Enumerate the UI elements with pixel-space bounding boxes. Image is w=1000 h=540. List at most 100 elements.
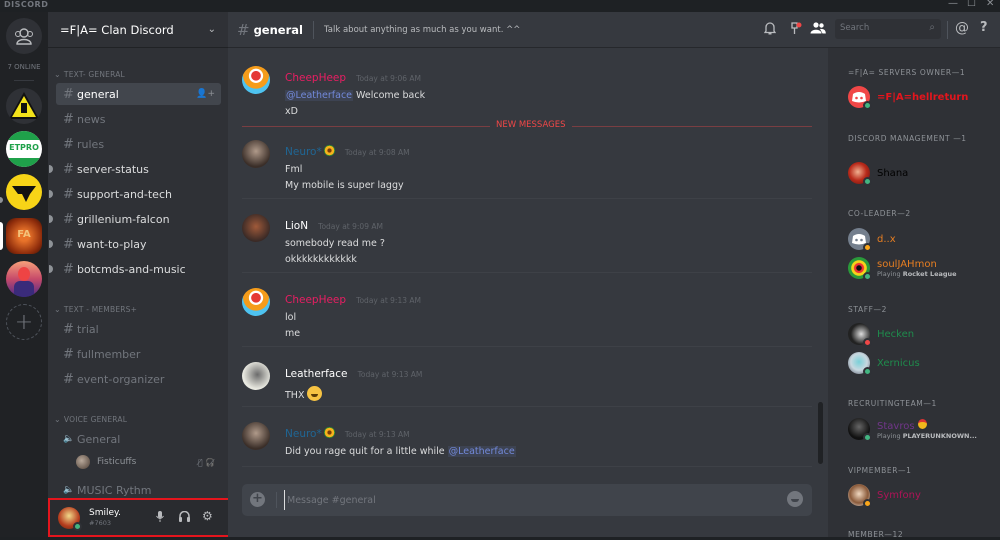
message-group: Leatherface Today at 9:13 AM THX <box>242 362 812 401</box>
member-item[interactable]: Stavros Playing PLAYERUNKNOWN... <box>848 418 977 442</box>
channel-event-organizer[interactable]: # event-organizer <box>56 368 221 390</box>
channel-grillenium-falcon[interactable]: # grillenium-falcon <box>49 208 221 230</box>
user-mention[interactable]: @Leatherface <box>285 90 354 101</box>
message-divider <box>242 272 812 273</box>
server-icon-wu[interactable] <box>6 174 42 210</box>
avatar[interactable] <box>242 362 270 390</box>
activity-game: PLAYERUNKNOWN... <box>902 431 977 440</box>
add-server-button[interactable]: + <box>6 304 42 340</box>
sunflower-emoji-icon <box>323 427 335 438</box>
avatar[interactable] <box>242 66 270 94</box>
category-voice-general[interactable]: VOICE GENERAL <box>54 415 127 424</box>
channel-rules[interactable]: # rules <box>56 133 221 155</box>
avatar[interactable] <box>242 140 270 168</box>
server-header[interactable]: =F|A= Clan Discord ⌄ <box>48 12 228 48</box>
help-icon[interactable]: ? <box>980 20 988 35</box>
member-item[interactable]: d..x <box>848 228 896 252</box>
message-author[interactable]: CheepHeep <box>285 294 346 306</box>
server-icon-fa-clan[interactable]: FA <box>6 218 42 254</box>
unread-indicator <box>49 215 53 223</box>
friends-icon <box>15 28 33 45</box>
activity-game: Rocket League <box>902 269 957 278</box>
member-item[interactable]: Symfony <box>848 484 921 508</box>
message-author[interactable]: CheepHeep <box>285 72 346 84</box>
message-author[interactable]: Neuro* <box>285 146 322 158</box>
message-text: me <box>285 328 301 339</box>
member-activity: Playing Rocket League <box>877 270 957 278</box>
upload-plus-icon[interactable]: + <box>250 492 265 507</box>
member-name: d..x <box>877 233 896 245</box>
avatar <box>848 257 872 281</box>
voice-user-fisticuffs[interactable]: Fisticuffs 🎙̸ 🎧̸ <box>76 455 221 469</box>
notification-bell-icon[interactable] <box>763 22 777 38</box>
activity-prefix: Playing <box>877 431 903 440</box>
channel-server-status[interactable]: # server-status <box>49 158 221 180</box>
role-header: MEMBER—12 <box>848 530 904 539</box>
message-author[interactable]: LioN <box>285 220 308 232</box>
avatar <box>848 484 872 508</box>
avatar[interactable] <box>242 288 270 316</box>
locked-hash-icon: # <box>63 346 74 362</box>
channel-name: rules <box>77 137 105 151</box>
minimize-button[interactable]: — <box>948 0 958 9</box>
discriminator: #7603 <box>89 519 111 527</box>
channel-general[interactable]: # general 👤+ <box>56 83 221 105</box>
maximize-button[interactable]: ☐ <box>967 0 976 9</box>
avatar <box>848 323 872 347</box>
member-item[interactable]: Hecken <box>848 323 914 347</box>
unread-indicator <box>0 197 3 203</box>
chat-scrollbar[interactable] <box>818 402 823 464</box>
message-timestamp: Today at 9:09 AM <box>318 222 383 231</box>
message-text: lol <box>285 312 297 323</box>
invite-user-icon[interactable]: 👤+ <box>196 89 215 99</box>
channel-trial[interactable]: # trial <box>56 318 221 340</box>
voice-channel-general[interactable]: 🔈 General <box>56 428 221 450</box>
server-icon-warning[interactable] <box>6 88 42 124</box>
status-idle-icon <box>863 243 872 252</box>
category-text-general[interactable]: TEXT- GENERAL <box>54 70 125 79</box>
hash-icon: # <box>63 186 74 202</box>
member-list-icon[interactable] <box>810 22 826 37</box>
settings-gear-icon[interactable]: ⚙ <box>202 509 213 523</box>
new-messages-label: NEW MESSAGES <box>490 120 572 130</box>
server-icon-etpro[interactable]: ETPRO <box>6 131 42 167</box>
message-author[interactable]: Neuro* <box>285 428 322 440</box>
channel-want-to-play[interactable]: # want-to-play <box>49 233 221 255</box>
message-group: Neuro* Today at 9:08 AM Fml My mobile is… <box>242 140 812 191</box>
message-text: My mobile is super laggy <box>285 180 404 191</box>
search-input[interactable]: Search ⌕ <box>835 19 941 39</box>
user-mention[interactable]: @Leatherface <box>447 446 516 457</box>
avatar <box>848 352 872 376</box>
channel-news[interactable]: # news <box>56 108 221 130</box>
muted-deafened-icons: 🎙̸ 🎧̸ <box>197 457 215 467</box>
channel-fullmember[interactable]: # fullmember <box>56 343 221 365</box>
message-timestamp: Today at 9:13 AM <box>344 430 410 439</box>
pinned-messages-icon[interactable] <box>789 22 802 38</box>
message-timestamp: Today at 9:13 AM <box>357 370 423 379</box>
headphones-icon[interactable] <box>179 510 190 525</box>
category-text-members[interactable]: TEXT - MEMBERS+ <box>54 305 137 314</box>
server-icon-hero[interactable] <box>6 261 42 297</box>
member-item[interactable]: =F|A=hellreturn <box>848 86 968 110</box>
message-input[interactable] <box>284 490 764 510</box>
server-list: 7 ONLINE ETPRO FA + <box>0 12 48 537</box>
hash-icon: # <box>63 261 74 277</box>
selected-server-indicator <box>0 222 3 250</box>
avatar[interactable] <box>242 214 270 242</box>
channel-botcmds-and-music[interactable]: # botcmds-and-music <box>49 258 221 280</box>
channel-support-and-tech[interactable]: # support-and-tech <box>49 183 221 205</box>
microphone-icon[interactable] <box>156 511 164 525</box>
search-icon: ⌕ <box>929 22 935 33</box>
mentions-icon[interactable]: @ <box>955 20 969 36</box>
emoji-picker-icon[interactable] <box>787 491 803 507</box>
avatar[interactable] <box>58 506 82 531</box>
member-item[interactable]: Shana <box>848 162 908 186</box>
activity-prefix: Playing <box>877 269 903 278</box>
avatar[interactable] <box>242 422 270 450</box>
friends-home-button[interactable] <box>6 18 42 54</box>
close-button[interactable]: ✕ <box>986 0 994 9</box>
message-author[interactable]: Leatherface <box>285 368 347 380</box>
member-item[interactable]: Xernicus <box>848 352 920 376</box>
member-item[interactable]: soulJAHmon Playing Rocket League <box>848 257 957 281</box>
member-activity: Playing PLAYERUNKNOWN... <box>877 432 977 440</box>
